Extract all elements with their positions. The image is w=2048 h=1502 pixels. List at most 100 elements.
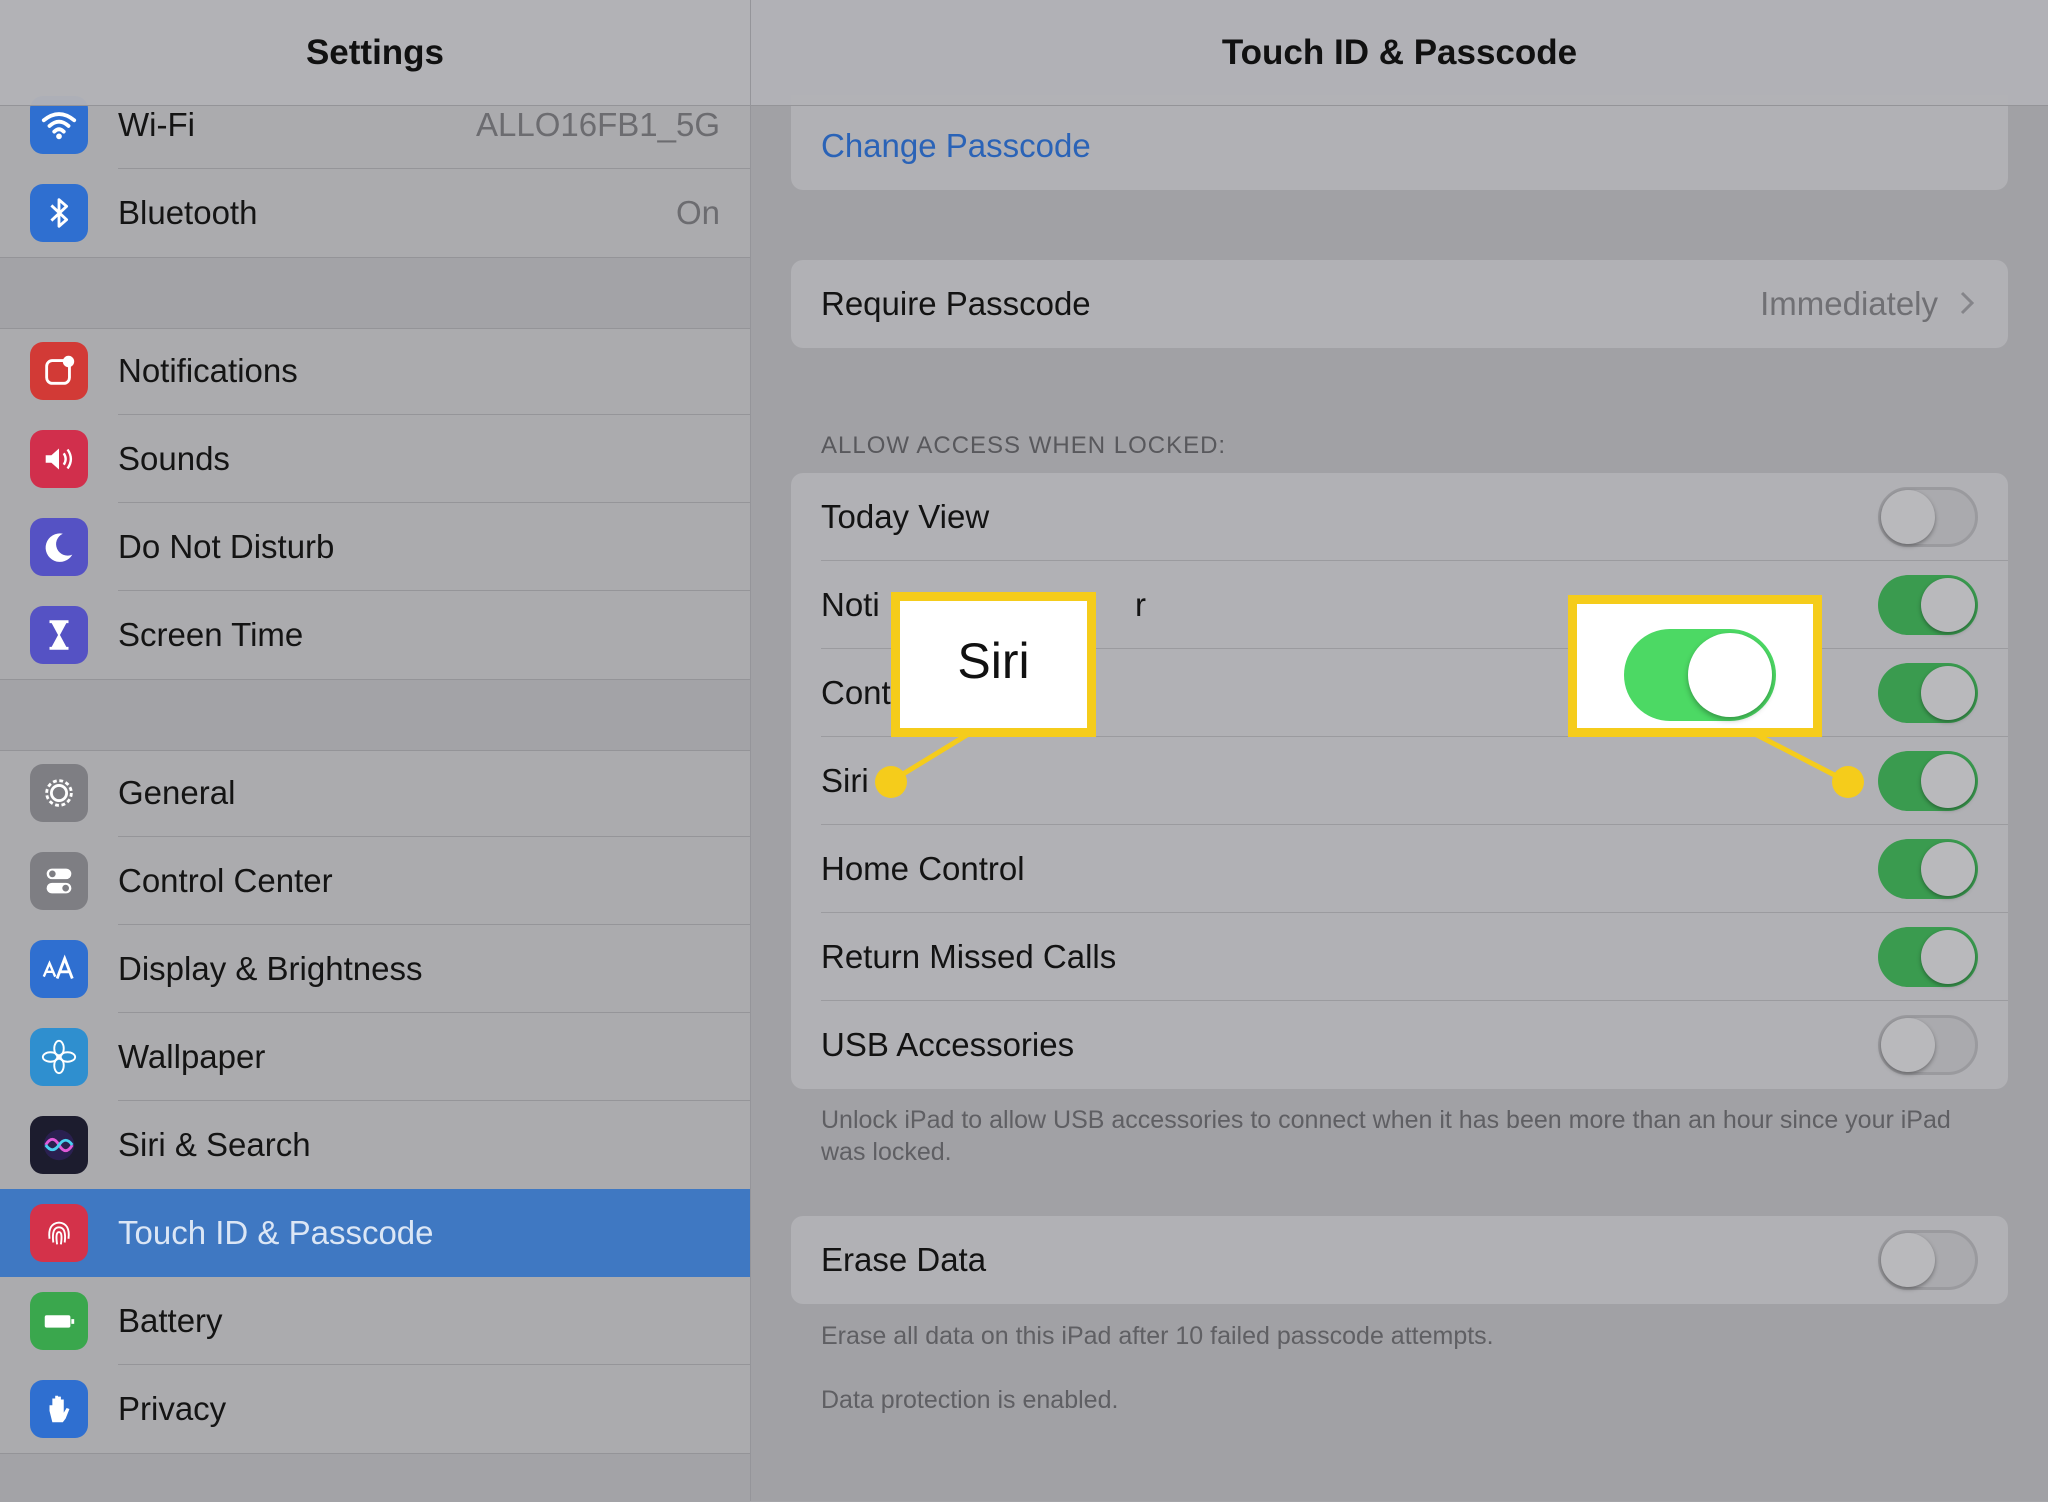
moon-icon xyxy=(30,518,88,576)
battery-icon xyxy=(30,1292,88,1350)
erase-data-group: Erase Data xyxy=(791,1216,2008,1304)
erase-data-row: Erase Data xyxy=(791,1216,2008,1304)
usb-accessories-toggle[interactable] xyxy=(1878,1015,1978,1075)
toggle-knob xyxy=(1921,754,1975,808)
sidebar-item-label: Notifications xyxy=(118,352,298,389)
siri-callout-label: Siri xyxy=(957,633,1030,689)
return-missed-calls-row: Return Missed Calls xyxy=(791,913,2008,1001)
section-gap xyxy=(0,1453,750,1502)
sidebar-item-siri-search[interactable]: Siri & Search xyxy=(0,1101,750,1189)
settings-sidebar: Settings Wi-Fi ALLO16FB1_5G Bluetooth On… xyxy=(0,0,751,1502)
sidebar-item-sounds[interactable]: Sounds xyxy=(0,415,750,503)
text-size-icon xyxy=(30,940,88,998)
sidebar-item-do-not-disturb[interactable]: Do Not Disturb xyxy=(0,503,750,591)
siri-row: Siri xyxy=(791,737,2008,825)
sidebar-item-wallpaper[interactable]: Wallpaper xyxy=(0,1013,750,1101)
return-missed-calls-label: Return Missed Calls xyxy=(821,938,1117,975)
sidebar-item-label: Privacy xyxy=(118,1390,227,1427)
control-center-label: Cont xyxy=(821,674,891,711)
sidebar-item-label: General xyxy=(118,774,236,811)
hourglass-icon xyxy=(30,606,88,664)
control-center-toggle[interactable] xyxy=(1878,663,1978,723)
sidebar-item-general[interactable]: General xyxy=(0,749,750,837)
page-title: Touch ID & Passcode xyxy=(1221,32,1578,72)
sidebar-item-label: Wallpaper xyxy=(118,1038,266,1075)
chevron-right-icon xyxy=(1960,291,1975,315)
sidebar-item-label: Control Center xyxy=(118,862,333,899)
section-gap xyxy=(0,679,750,751)
sidebar-item-touch-id-passcode[interactable]: Touch ID & Passcode xyxy=(0,1189,750,1277)
notification-center-toggle[interactable] xyxy=(1878,575,1978,635)
require-passcode-row[interactable]: Require Passcode Immediately xyxy=(791,260,2008,348)
sidebar-item-label: Touch ID & Passcode xyxy=(118,1214,434,1251)
notification-center-label: Noti xyxy=(821,586,880,623)
sidebar-item-label: Screen Time xyxy=(118,616,304,653)
change-passcode-row[interactable]: Change Passcode xyxy=(791,102,2008,190)
erase-data-label: Erase Data xyxy=(821,1241,987,1278)
speaker-icon xyxy=(30,430,88,488)
sidebar-item-battery[interactable]: Battery xyxy=(0,1277,750,1365)
bluetooth-icon xyxy=(30,184,88,242)
sidebar-item-display-brightness[interactable]: Display & Brightness xyxy=(0,925,750,1013)
enlarged-toggle-on xyxy=(1624,629,1776,721)
switches-icon xyxy=(30,852,88,910)
sidebar-item-bluetooth[interactable]: Bluetooth On xyxy=(0,169,750,257)
fingerprint-icon xyxy=(30,1204,88,1262)
home-control-toggle[interactable] xyxy=(1878,839,1978,899)
return-missed-calls-toggle[interactable] xyxy=(1878,927,1978,987)
toggle-knob xyxy=(1881,1018,1935,1072)
protection-footer-text: Data protection is enabled. xyxy=(821,1386,1119,1414)
sidebar-item-label: Display & Brightness xyxy=(118,950,423,987)
sidebar-item-notifications[interactable]: Notifications xyxy=(0,327,750,415)
sidebar-item-label: Siri & Search xyxy=(118,1126,311,1163)
bluetooth-status: On xyxy=(675,194,720,231)
home-control-label: Home Control xyxy=(821,850,1025,887)
toggle-knob xyxy=(1921,666,1975,720)
toggle-knob xyxy=(1921,842,1975,896)
toggle-knob xyxy=(1921,578,1975,632)
allow-access-header: ALLOW ACCESS WHEN LOCKED: xyxy=(821,432,1227,459)
siri-label: Siri xyxy=(821,762,869,799)
sidebar-item-label: Battery xyxy=(118,1302,223,1339)
sidebar-item-screen-time[interactable]: Screen Time xyxy=(0,591,750,679)
sidebar-item-label: Bluetooth xyxy=(118,194,258,231)
detail-pane: Touch ID & Passcode Change Passcode Requ… xyxy=(751,0,2048,1501)
today-view-row: Today View xyxy=(791,473,2008,561)
hand-icon xyxy=(30,1380,88,1438)
siri-icon xyxy=(30,1116,88,1174)
sidebar-navbar: Settings xyxy=(0,0,750,106)
sidebar-item-control-center[interactable]: Control Center xyxy=(0,837,750,925)
toggle-knob xyxy=(1921,930,1975,984)
erase-footer-text: Erase all data on this iPad after 10 fai… xyxy=(821,1322,1494,1350)
home-control-row: Home Control xyxy=(791,825,2008,913)
toggle-knob xyxy=(1881,490,1935,544)
gear-icon xyxy=(30,764,88,822)
section-gap xyxy=(0,257,750,329)
usb-accessories-label: USB Accessories xyxy=(821,1026,1075,1063)
siri-toggle[interactable] xyxy=(1878,751,1978,811)
sidebar-item-label: Do Not Disturb xyxy=(118,528,335,565)
toggle-callout-dot xyxy=(1832,766,1864,798)
require-passcode-label: Require Passcode xyxy=(821,285,1091,322)
sidebar-title: Settings xyxy=(305,32,445,72)
toggle-knob xyxy=(1688,633,1772,717)
today-view-label: Today View xyxy=(821,498,990,535)
require-passcode-value: Immediately xyxy=(1760,285,1938,322)
siri-callout: Siri xyxy=(891,592,1096,737)
usb-footer-text: Unlock iPad to allow USB accessories to … xyxy=(821,1106,1951,1166)
siri-callout-dot xyxy=(875,766,907,798)
passcode-group: Change Passcode xyxy=(791,95,2008,190)
notification-center-label-end: r xyxy=(1135,586,1146,623)
sidebar-item-privacy[interactable]: Privacy xyxy=(0,1365,750,1453)
notifications-icon xyxy=(30,342,88,400)
flower-icon xyxy=(30,1028,88,1086)
usb-accessories-row: USB Accessories xyxy=(791,1001,2008,1089)
require-passcode-group: Require Passcode Immediately xyxy=(791,260,2008,348)
today-view-toggle[interactable] xyxy=(1878,487,1978,547)
toggle-knob xyxy=(1881,1233,1935,1287)
change-passcode-link[interactable]: Change Passcode xyxy=(821,102,1091,190)
erase-data-toggle[interactable] xyxy=(1878,1230,1978,1290)
detail-navbar: Touch ID & Passcode xyxy=(751,0,2048,106)
toggle-callout xyxy=(1568,595,1822,737)
locked-access-group: Today View Noti r Cont Siri Home Control… xyxy=(791,473,2008,1089)
